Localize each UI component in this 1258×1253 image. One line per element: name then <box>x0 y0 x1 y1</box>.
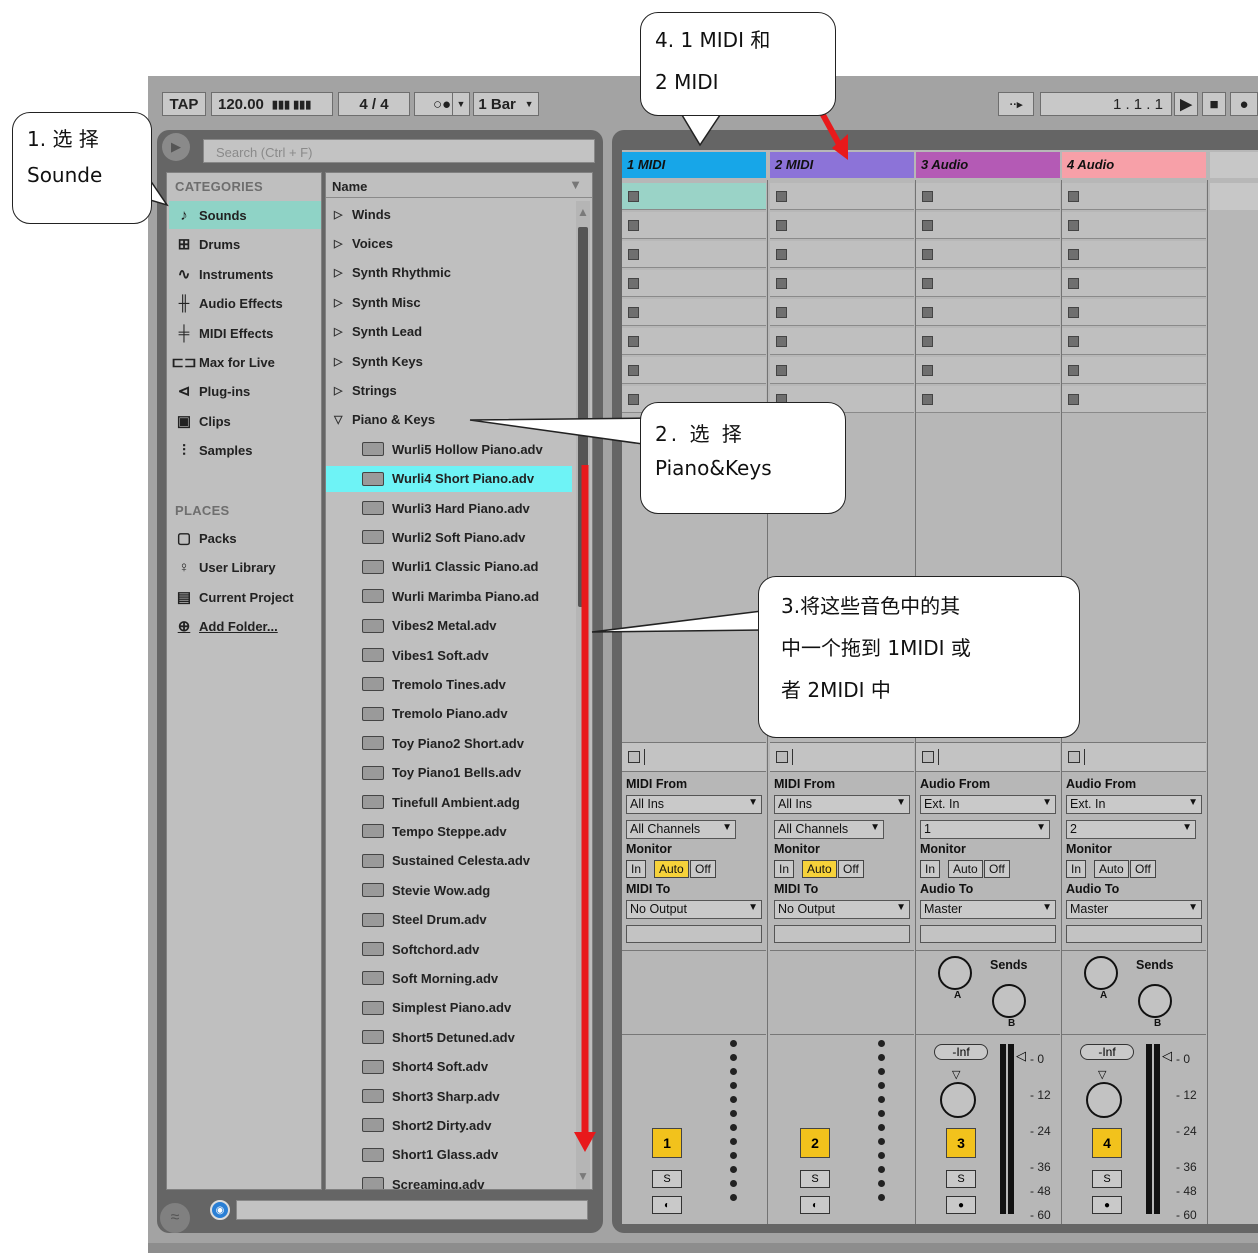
callout-1: 1. 选 择 Sounde <box>12 112 152 224</box>
callout-4: 4. 1 MIDI 和2 MIDI <box>640 12 836 116</box>
callout-3: 3.将这些音色中的其 中一个拖到 1MIDI 或者 2MIDI 中 <box>758 576 1080 738</box>
callout-2: 2. 选 择 Piano&Keys <box>640 402 846 514</box>
